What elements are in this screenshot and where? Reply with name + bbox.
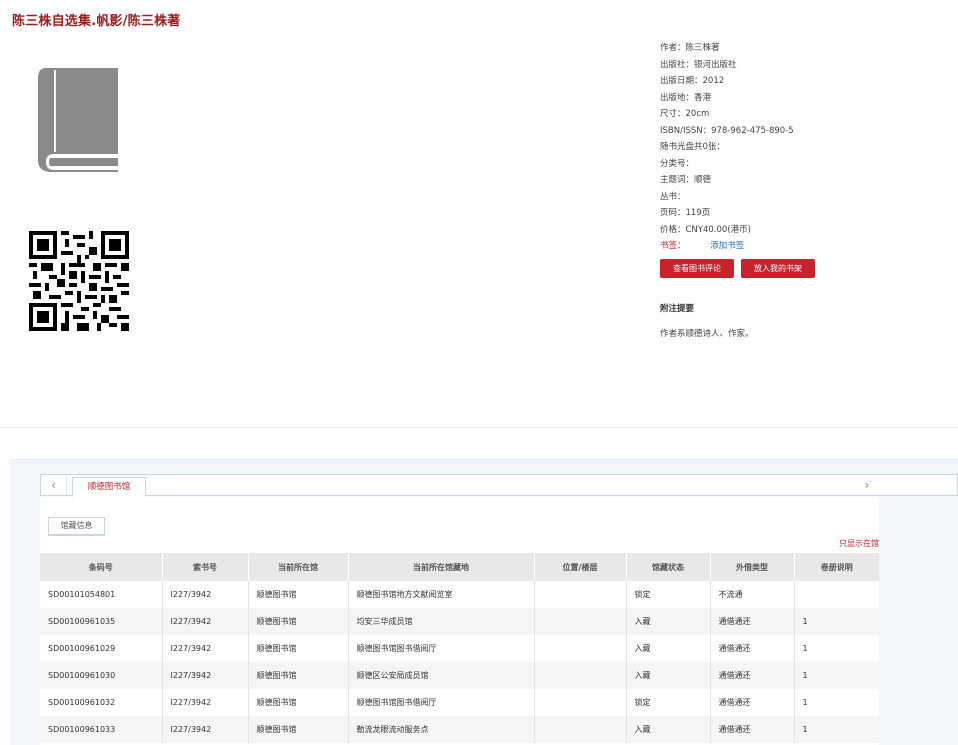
qr-code-icon (29, 231, 129, 331)
column-header[interactable]: 位置/楼层 (534, 553, 627, 581)
status-cell: 锁定 (626, 689, 711, 716)
location-cell: 顺德图书馆图书借阅厅 (348, 635, 535, 662)
status-cell: 锁定 (626, 581, 711, 608)
call-number-cell: I227/3942 (162, 716, 249, 743)
status-cell: 入藏 (626, 608, 711, 635)
tab-holdings-info[interactable]: 馆藏信息 (48, 517, 105, 536)
section-divider (0, 427, 958, 428)
floor-cell (534, 689, 627, 716)
loan-type-cell: 通借通还 (710, 689, 795, 716)
notes-title: 附注提要 (660, 304, 695, 314)
volume-cell: 1 (794, 662, 879, 689)
volume-cell: 1 (802, 644, 808, 653)
loan-type-cell: 通借通还 (710, 608, 795, 635)
table-row: SD00101054801 I227/3942 顺德图书馆 顺德图书馆地方文献阅… (40, 581, 879, 608)
floor-cell (534, 608, 627, 635)
table-row: SD00100961029 I227/3942 顺德图书馆 顺德图书馆图书借阅厅… (40, 635, 879, 662)
call-number-cell: I227/3942 (162, 608, 249, 635)
volume-cell: 1 (794, 716, 879, 743)
meta-publisher: 出版社：银河出版社 (660, 59, 737, 70)
meta-cd: 随书光盘共0张： (660, 142, 725, 152)
meta-class-no: 分类号： (660, 158, 695, 169)
barcode-cell: SD00100961032 (40, 689, 163, 716)
floor-cell (534, 716, 627, 743)
holdings-table: 条码号 索书号 当前所在馆 当前所在馆藏地 位置/楼层 馆藏状态 外借类型 卷册… (40, 553, 879, 743)
column-header[interactable]: 卷册说明 (794, 553, 879, 581)
volume-cell: 1 (802, 698, 808, 707)
meta-isbn: ISBN/ISSN：978-962-475-890-5 (660, 125, 794, 136)
action-buttons: 查看图书评论 放入我的书架 (660, 259, 815, 278)
library-cell: 顺德图书馆 (248, 581, 349, 608)
loan-type-cell: 通借通还 (710, 662, 795, 689)
meta-price: 价格：CNY40.00(港币) (660, 224, 751, 235)
table-row: SD00100961030 I227/3942 顺德图书馆 顺德区公安局成员馆 … (40, 662, 879, 689)
call-number-cell: I227/3942 (162, 635, 249, 662)
book-cover-icon (38, 68, 118, 172)
column-header[interactable]: 索书号 (162, 553, 249, 581)
barcode-cell: SD00100961029 (40, 635, 163, 662)
meta-tags-row: 书签： 添加书签 (660, 238, 950, 255)
loan-type-cell: 通借通还 (710, 716, 795, 743)
table-row: SD00100961033 I227/3942 顺德图书馆 勒流龙眼流动服务点 … (40, 716, 879, 743)
only-show-available-link[interactable]: 只显示在馆 (839, 538, 879, 549)
status-cell: 入藏 (626, 635, 711, 662)
meta-author: 作者：陈三株著 (660, 43, 720, 53)
library-cell: 顺德图书馆 (248, 689, 349, 716)
meta-size: 尺寸：20cm (660, 109, 710, 119)
column-header[interactable]: 当前所在馆藏地 (348, 553, 535, 581)
status-cell: 入藏 (626, 716, 711, 743)
tags-label: 书签： (660, 241, 686, 251)
call-number-cell: I227/3942 (162, 689, 249, 716)
meta-pages: 页码：119页 (660, 208, 711, 218)
barcode-cell: SD00100961030 (40, 662, 163, 689)
location-cell: 顺德图书馆图书借阅厅 (348, 689, 535, 716)
table-row: SD00100961035 I227/3942 顺德图书馆 均安三华成员馆 入藏… (40, 608, 879, 635)
add-tag-link[interactable]: 添加书签 (710, 241, 744, 251)
barcode-cell: SD00101054801 (40, 581, 163, 608)
library-cell: 顺德图书馆 (248, 608, 349, 635)
meta-pub-date: 出版日期：2012 (660, 76, 725, 86)
location-cell: 顺德区公安局成员馆 (348, 662, 535, 689)
book-detail-page: 陈三株自选集.帆影/陈三株著 作者：陈三株著 出版社：银河出版社 出版日期：20… (0, 0, 958, 745)
column-header[interactable]: 条码号 (40, 553, 163, 581)
book-title: 陈三株自选集.帆影/陈三株著 (12, 14, 181, 29)
floor-cell (534, 635, 627, 662)
floor-cell (534, 662, 627, 689)
location-cell: 顺德图书馆地方文献阅览室 (348, 581, 535, 608)
column-header[interactable]: 当前所在馆 (248, 553, 349, 581)
book-metadata: 作者：陈三株著 出版社：银河出版社 出版日期：2012 出版地：香港 尺寸：20… (660, 40, 950, 255)
volume-cell: 1 (794, 608, 879, 635)
notes-text: 作者系顺德诗人、作家。 (660, 329, 754, 339)
call-number-cell: I227/3942 (162, 662, 249, 689)
location-cell: 均安三华成员馆 (348, 608, 535, 635)
loan-type-cell: 通借通还 (710, 635, 795, 662)
chevron-right-icon[interactable]: › (859, 475, 875, 495)
library-cell: 顺德图书馆 (248, 716, 349, 743)
meta-series: 丛书： (660, 191, 686, 202)
column-header[interactable]: 馆藏状态 (626, 553, 711, 581)
call-number-cell: I227/3942 (162, 581, 249, 608)
library-cell: 顺德图书馆 (248, 662, 349, 689)
library-cell: 顺德图书馆 (248, 635, 349, 662)
location-cell: 勒流龙眼流动服务点 (348, 716, 535, 743)
loan-type-cell: 不流通 (710, 581, 795, 608)
barcode-cell: SD00100961033 (40, 716, 163, 743)
chevron-left-icon[interactable]: ‹ (41, 475, 67, 495)
table-header-row: 条码号 索书号 当前所在馆 当前所在馆藏地 位置/楼层 馆藏状态 外借类型 卷册… (40, 553, 879, 581)
column-header[interactable]: 外借类型 (710, 553, 795, 581)
view-reviews-button[interactable]: 查看图书评论 (660, 259, 734, 278)
meta-pub-place: 出版地：香港 (660, 92, 712, 103)
status-cell: 入藏 (626, 662, 711, 689)
tab-shunde-library[interactable]: 顺德图书馆 (72, 477, 146, 497)
add-to-shelf-button[interactable]: 放入我的书架 (741, 259, 815, 278)
barcode-cell: SD00100961035 (40, 608, 163, 635)
table-row: SD00100961032 I227/3942 顺德图书馆 顺德图书馆图书借阅厅… (40, 689, 879, 716)
library-tab-bar: ‹ 顺德图书馆 › (40, 474, 958, 497)
meta-subject: 主题词：顺德 (660, 175, 712, 185)
volume-cell (794, 581, 879, 608)
floor-cell (534, 581, 627, 608)
holdings-content: 馆藏信息 只显示在馆 条码号 索书号 当前所在馆 当前所在馆藏地 位置/楼层 馆… (40, 497, 879, 745)
